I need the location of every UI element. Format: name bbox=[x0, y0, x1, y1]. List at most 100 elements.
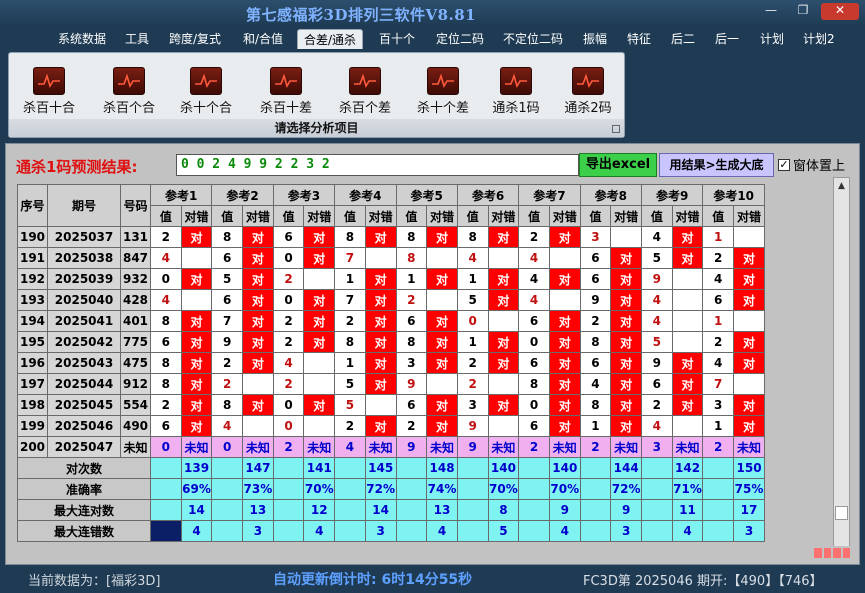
scroll-thumb[interactable] bbox=[835, 506, 848, 520]
menu-item-13[interactable]: 计划 bbox=[754, 29, 790, 49]
ribbon-button-5[interactable]: 杀百个差 bbox=[331, 67, 399, 116]
ribbon-button-1[interactable]: 杀百十合 bbox=[15, 67, 83, 116]
ribbon-button-label: 杀百十差 bbox=[259, 101, 312, 116]
menu-item-4[interactable]: 和/合值 bbox=[237, 29, 289, 49]
current-data-label: 当前数据为：[福彩3D] bbox=[28, 574, 161, 589]
stats-spacer bbox=[150, 478, 182, 500]
menu-item-2[interactable]: 工具 bbox=[119, 29, 155, 49]
column-header: 参考6 bbox=[456, 184, 520, 206]
table-row[interactable]: 191 2025038 847 4 6 对 0 对 7 8 4 4 6 对 5 对 2 对 bbox=[17, 247, 765, 269]
hit-marker: 对 bbox=[548, 331, 581, 353]
ribbon-button-8[interactable]: 通杀2码 bbox=[554, 67, 622, 116]
menu-item-8[interactable]: 不定位二码 bbox=[497, 29, 569, 49]
table-row[interactable]: 192 2025039 932 0 对 5 对 2 1 对 1 对 1 对 4 对 6 对 9 4 对 bbox=[17, 268, 765, 290]
hit-marker: 对 bbox=[364, 373, 397, 395]
hit-marker: 对 bbox=[487, 331, 520, 353]
stats-value: 4 bbox=[671, 520, 704, 542]
generate-base-button[interactable]: 用结果>生成大底 bbox=[659, 153, 774, 177]
maximize-button[interactable]: ❐ bbox=[789, 3, 817, 20]
table-row[interactable]: 198 2025045 554 2 对 8 对 0 对 5 6 对 3 对 0 对 8 对 2 对 3 对 bbox=[17, 394, 765, 416]
close-button[interactable]: ✕ bbox=[821, 3, 859, 20]
hit-marker: 对 bbox=[180, 373, 213, 395]
row-seq: 191 bbox=[17, 247, 48, 269]
hit-marker: 对 bbox=[671, 373, 704, 395]
ribbon-button-7[interactable]: 通杀1码 bbox=[482, 67, 550, 116]
menu-item-5[interactable]: 合差/通杀 bbox=[297, 29, 364, 49]
stats-spacer bbox=[518, 478, 550, 500]
prediction-result-field[interactable]: 0 0 2 4 9 9 2 2 3 2 bbox=[176, 154, 579, 176]
table-row[interactable]: 199 2025046 490 6 对 4 0 2 对 2 对 9 6 对 1 对 4 1 对 bbox=[17, 415, 765, 437]
stats-value: 139 bbox=[180, 457, 213, 479]
column-header: 对错 bbox=[610, 205, 642, 227]
menu-item-11[interactable]: 后二 bbox=[665, 29, 701, 49]
ref-value: 4 bbox=[150, 247, 182, 269]
hit-marker: 对 bbox=[548, 268, 581, 290]
ribbon-button-2[interactable]: 杀百个合 bbox=[95, 67, 163, 116]
ref-value: 2 bbox=[150, 394, 182, 416]
ref-value: 6 bbox=[518, 415, 550, 437]
menu-item-9[interactable]: 振幅 bbox=[577, 29, 613, 49]
table-row[interactable]: 197 2025044 912 8 对 2 2 5 对 9 2 8 对 4 对 6 对 7 bbox=[17, 373, 765, 395]
menu-item-12[interactable]: 后一 bbox=[709, 29, 745, 49]
column-header: 参考1 bbox=[149, 184, 213, 206]
table-row[interactable]: 193 2025040 428 4 6 对 0 对 7 对 2 5 对 4 9 对 4 6 对 bbox=[17, 289, 765, 311]
hit-marker: 对 bbox=[242, 310, 274, 332]
stats-spacer bbox=[702, 478, 735, 500]
hit-marker: 对 bbox=[180, 415, 213, 437]
column-header: 对错 bbox=[426, 205, 458, 227]
ref-value: 8 bbox=[211, 394, 244, 416]
ref-value: 6 bbox=[702, 289, 735, 311]
ref-value: 4 bbox=[641, 226, 673, 248]
stats-value: 13 bbox=[426, 499, 458, 521]
ref-value: 2 bbox=[456, 373, 489, 395]
stats-label: 对次数 bbox=[17, 457, 151, 479]
table-row[interactable]: 195 2025042 775 6 对 9 对 2 对 8 对 8 对 1 对 0 对 8 对 5 2 对 bbox=[17, 331, 765, 353]
row-number: 131 bbox=[120, 226, 151, 248]
row-seq: 197 bbox=[17, 373, 48, 395]
ref-value: 4 bbox=[641, 415, 673, 437]
row-seq: 192 bbox=[17, 268, 48, 290]
menu-item-10[interactable]: 特征 bbox=[621, 29, 657, 49]
stats-spacer bbox=[579, 478, 612, 500]
vertical-scrollbar[interactable]: ▲ bbox=[833, 177, 850, 549]
minimize-button[interactable]: — bbox=[757, 3, 785, 20]
table-row[interactable]: 194 2025041 401 8 对 7 对 2 对 2 对 6 对 0 6 对 2 对 4 1 bbox=[17, 310, 765, 332]
menu-item-7[interactable]: 定位二码 bbox=[430, 29, 490, 49]
stats-spacer bbox=[334, 499, 366, 521]
ribbon-button-4[interactable]: 杀百十差 bbox=[252, 67, 320, 116]
menu-item-3[interactable]: 跨度/复式 bbox=[163, 29, 227, 49]
hit-marker: 对 bbox=[180, 310, 213, 332]
ribbon-button-label: 杀十个差 bbox=[416, 101, 469, 116]
ref-value: 5 bbox=[334, 394, 366, 416]
always-on-top-checkbox[interactable]: ✓ bbox=[778, 158, 790, 171]
row-number: 554 bbox=[120, 394, 151, 416]
hit-marker: 对 bbox=[242, 268, 274, 290]
column-header: 参考3 bbox=[272, 184, 336, 206]
table-row[interactable]: 196 2025043 475 8 对 2 对 4 1 对 3 对 2 对 6 对 6 对 9 对 4 对 bbox=[17, 352, 765, 374]
ref-value: 7 bbox=[702, 373, 735, 395]
ribbon-expand-icon[interactable] bbox=[612, 125, 620, 133]
menu-item-1[interactable]: 系统数据 bbox=[52, 29, 112, 49]
column-header: 值 bbox=[150, 205, 182, 227]
export-excel-button[interactable]: 导出excel bbox=[579, 153, 657, 177]
ref-value: 1 bbox=[456, 268, 489, 290]
stats-spacer bbox=[395, 457, 428, 479]
table-row[interactable]: 190 2025037 131 2 对 8 对 6 对 8 对 8 对 8 对 2 对 3 4 对 1 bbox=[17, 226, 765, 248]
pending-row[interactable]: 200 2025047 未知 0 未知 0 未知 2 未知 4 未知 9 未知 9 未知 2 未知 2 未知 3 未知 2… bbox=[17, 436, 765, 458]
ref-value: 4 bbox=[518, 247, 550, 269]
miss-marker bbox=[548, 289, 581, 311]
stats-spacer bbox=[641, 457, 673, 479]
ref-value: 6 bbox=[579, 247, 612, 269]
ribbon-button-3[interactable]: 杀十个合 bbox=[172, 67, 240, 116]
stats-spacer bbox=[334, 520, 366, 542]
ribbon-button-6[interactable]: 杀十个差 bbox=[409, 67, 477, 116]
ref-value: 4 bbox=[518, 289, 550, 311]
row-number: 490 bbox=[120, 415, 151, 437]
column-header: 序号 bbox=[17, 184, 48, 227]
menu-item-6[interactable]: 百十个 bbox=[373, 29, 421, 49]
menu-item-14[interactable]: 计划2 bbox=[797, 29, 841, 49]
stats-value: 14 bbox=[364, 499, 397, 521]
always-on-top-toggle[interactable]: ✓ 窗体置上 bbox=[778, 155, 845, 174]
scroll-up-icon[interactable]: ▲ bbox=[834, 178, 849, 194]
pending-status: 未知 bbox=[671, 436, 704, 458]
